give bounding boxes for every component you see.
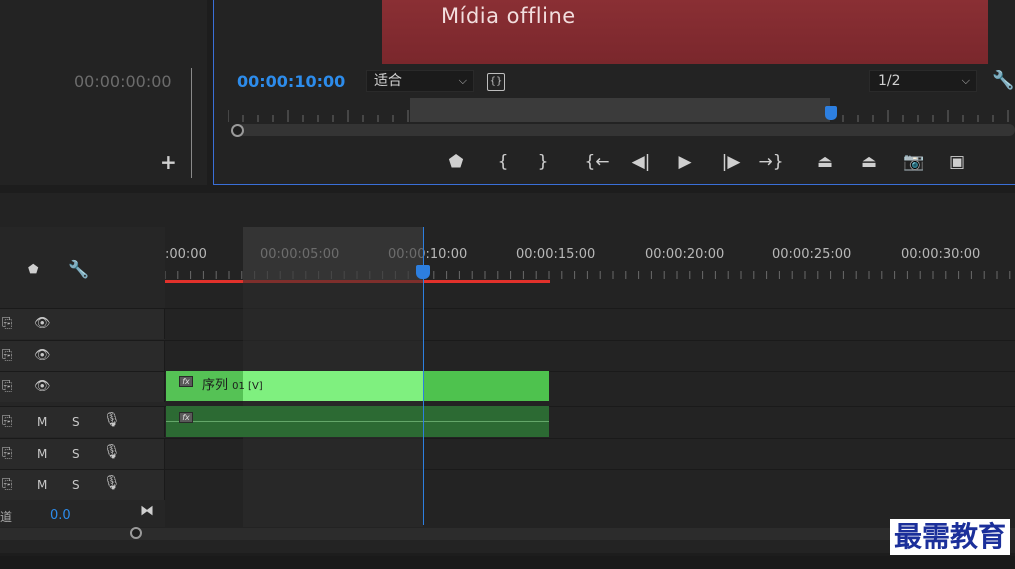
resolution-select-value: 1/2 xyxy=(878,73,901,89)
video-clip-label: 序列 01 [V] xyxy=(202,374,263,393)
audio-track-row: ⎘ M S 🎙 xyxy=(0,438,1015,469)
timeline-scrollbar[interactable] xyxy=(0,528,1015,540)
audio-clip-volume-line xyxy=(166,421,549,422)
ruler-timecode-label: 00:00:25:00 xyxy=(772,247,852,262)
mute-button[interactable]: M xyxy=(37,478,47,492)
fit-select-value: 适合 xyxy=(374,73,402,89)
master-volume-value[interactable]: 0.0 xyxy=(50,508,71,523)
solo-button[interactable]: S xyxy=(72,415,80,429)
video-clip-name: 序列 xyxy=(202,378,229,393)
solo-button[interactable]: S xyxy=(72,447,80,461)
audio-track-row: ⎘ M S 🎙 xyxy=(0,469,1015,500)
eye-icon[interactable]: 👁 xyxy=(34,348,51,363)
wrench-icon[interactable]: 🔧 xyxy=(992,70,1014,91)
fx-badge: fx xyxy=(179,412,193,423)
step-forward-button[interactable]: |▶ xyxy=(718,150,744,174)
ruler-timecode-label: 00:00:30:00 xyxy=(901,247,981,262)
add-marker-icon[interactable]: ⬟ xyxy=(28,262,38,276)
timeline-settings-wrench-icon[interactable]: 🔧 xyxy=(68,260,89,280)
video-track-row: ⎘ 👁 xyxy=(0,308,1015,339)
play-button[interactable]: ▶ xyxy=(672,150,698,174)
chevron-down-icon: ⌵ xyxy=(458,74,467,87)
track-header[interactable]: ⎘ 👁 xyxy=(0,341,165,371)
media-offline-text: Mídia offline xyxy=(441,4,576,28)
program-in-out-range[interactable] xyxy=(410,98,830,122)
extract-button[interactable]: ⏏ xyxy=(856,150,882,174)
ruler-timecode-label: 00:00:20:00 xyxy=(645,247,725,262)
step-back-button[interactable]: ◀| xyxy=(628,150,654,174)
eye-icon[interactable]: 👁 xyxy=(34,316,51,331)
add-marker-button[interactable]: ⬟ xyxy=(443,150,469,174)
source-timecode[interactable]: 00:00:00:00 xyxy=(74,72,172,91)
lift-button[interactable]: ⏏ xyxy=(812,150,838,174)
video-track-row: ⎘ 👁 xyxy=(0,340,1015,371)
microphone-icon[interactable]: 🎙 xyxy=(103,412,121,428)
master-label: 道 xyxy=(0,510,13,524)
go-to-out-button[interactable]: →} xyxy=(758,150,784,174)
timeline-playhead[interactable] xyxy=(416,265,430,279)
timeline-scroll-handle[interactable] xyxy=(130,527,142,539)
track-header[interactable]: ⎘ 👁 xyxy=(0,372,165,402)
fit-select[interactable]: 适合 ⌵ xyxy=(366,70,474,92)
eye-icon[interactable]: 👁 xyxy=(34,379,51,394)
track-header[interactable]: ⎘ 👁 xyxy=(0,309,165,339)
watermark-logo: 最需教育 xyxy=(890,519,1011,555)
master-fit-icon[interactable]: ⧓ xyxy=(140,503,154,519)
microphone-icon[interactable]: 🎙 xyxy=(103,444,121,460)
video-clip-out-segment xyxy=(424,371,549,401)
safe-margins-icon[interactable]: {} xyxy=(487,73,505,91)
video-clip-suffix: 01 [V] xyxy=(232,381,263,392)
go-to-in-button[interactable]: {← xyxy=(584,150,610,174)
mute-button[interactable]: M xyxy=(37,415,47,429)
export-frame-button[interactable]: 📷 xyxy=(901,150,927,174)
mute-button[interactable]: M xyxy=(37,447,47,461)
program-timecode[interactable]: 00:00:10:00 xyxy=(237,72,345,91)
track-header[interactable]: ⎘ M S 🎙 xyxy=(0,407,165,437)
fx-badge: fx xyxy=(179,376,193,387)
mark-out-button[interactable]: } xyxy=(530,150,556,174)
track-output-icon[interactable]: ⎘ xyxy=(2,414,12,429)
track-output-icon[interactable]: ⎘ xyxy=(2,477,12,492)
add-button[interactable]: + xyxy=(160,150,177,174)
ruler-timecode-label: 00:00:15:00 xyxy=(516,247,596,262)
source-divider xyxy=(191,68,192,178)
program-zoom-scrollbar[interactable] xyxy=(232,124,1015,136)
track-output-icon[interactable]: ⎘ xyxy=(2,316,12,331)
solo-button[interactable]: S xyxy=(72,478,80,492)
track-output-icon[interactable]: ⎘ xyxy=(2,348,12,363)
chevron-down-icon: ⌵ xyxy=(961,74,970,87)
bottom-strip xyxy=(0,556,1015,569)
track-header[interactable]: ⎘ M S 🎙 xyxy=(0,470,165,500)
compare-view-button[interactable]: ▣ xyxy=(944,150,970,174)
resolution-select[interactable]: 1/2 ⌵ xyxy=(869,70,977,92)
program-zoom-handle[interactable] xyxy=(231,124,244,137)
program-playhead[interactable] xyxy=(825,106,837,120)
ruler-timecode-label: :00:00 xyxy=(165,247,207,262)
track-output-icon[interactable]: ⎘ xyxy=(2,446,12,461)
mark-in-button[interactable]: { xyxy=(490,150,516,174)
microphone-icon[interactable]: 🎙 xyxy=(103,475,121,491)
track-header[interactable]: ⎘ M S 🎙 xyxy=(0,439,165,469)
track-output-icon[interactable]: ⎘ xyxy=(2,379,12,394)
